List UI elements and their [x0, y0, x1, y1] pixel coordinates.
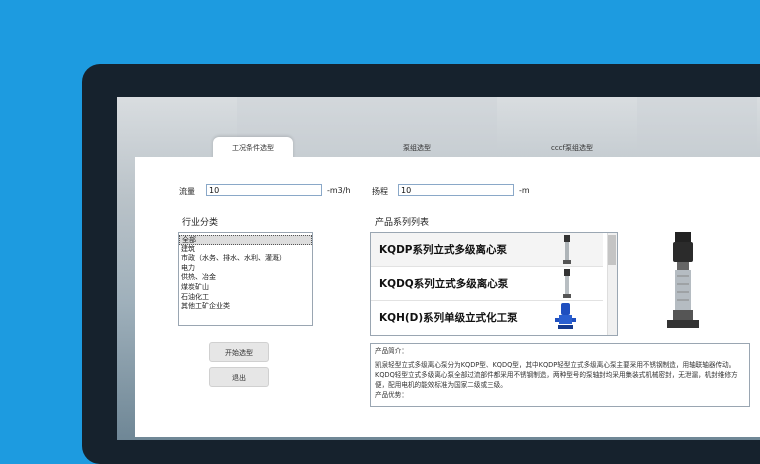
head-unit: -m	[519, 186, 530, 195]
product-item-label: KQDQ系列立式多级离心泵	[379, 278, 509, 290]
industry-item[interactable]: 全部	[179, 235, 312, 245]
start-selection-button[interactable]: 开始选型	[209, 342, 269, 362]
flow-label: 流量	[179, 187, 195, 196]
pump-thumbnail-icon	[563, 235, 571, 264]
tab-condition-selection[interactable]: 工况条件选型	[213, 137, 293, 159]
pump-thumbnail-icon	[563, 269, 571, 298]
industry-item[interactable]: 建筑	[179, 245, 312, 255]
exit-button[interactable]: 退出	[209, 367, 269, 387]
description-heading: 产品简介：	[375, 347, 408, 355]
industry-item[interactable]: 市政（水务、排水、水利、灌溉）	[179, 254, 312, 264]
product-list[interactable]: KQDP系列立式多级离心泵 KQDQ系列立式多级离心泵 KQH(D)系列单级立式…	[370, 232, 618, 336]
pump-image	[667, 232, 699, 328]
head-label: 扬程	[372, 187, 388, 196]
industry-item[interactable]: 电力	[179, 264, 312, 274]
industry-list[interactable]: 全部 建筑 市政（水务、排水、水利、灌溉） 电力 供热、冶金 煤炭矿山 石油化工…	[178, 232, 313, 326]
product-item-label: KQH(D)系列单级立式化工泵	[379, 312, 518, 324]
description-text: 凯泉轻型立式多级离心泵分为KQDP型、KQDQ型，其中KQDP轻型立式多级离心泵…	[375, 361, 738, 389]
flow-unit: -m3/h	[327, 186, 351, 195]
pump-thumbnail-icon	[555, 303, 576, 329]
description-advantage-heading: 产品优势：	[375, 391, 408, 399]
product-item[interactable]: KQDP系列立式多级离心泵	[371, 233, 603, 267]
scrollbar-thumb[interactable]	[608, 235, 616, 265]
tab-bar: 工况条件选型 泵组选型 cccf泵组选型	[117, 137, 760, 159]
industry-title: 行业分类	[182, 218, 219, 228]
tab-pump-group-selection[interactable]: 泵组选型	[377, 137, 457, 159]
product-list-scrollbar[interactable]	[607, 233, 617, 335]
head-input[interactable]: 10	[398, 184, 514, 196]
industry-item[interactable]: 煤炭矿山	[179, 283, 312, 293]
industry-item[interactable]: 供热、冶金	[179, 273, 312, 283]
industry-item[interactable]: 其他工矿企业类	[179, 302, 312, 312]
product-description: 产品简介： 凯泉轻型立式多级离心泵分为KQDP型、KQDQ型，其中KQDP轻型立…	[370, 343, 750, 407]
product-item[interactable]: KQH(D)系列单级立式化工泵	[371, 301, 603, 335]
app-window: 工况条件选型 泵组选型 cccf泵组选型 流量 10 -m3/h 扬程 10 -…	[117, 97, 760, 440]
tab-cccf-pump-group-selection[interactable]: cccf泵组选型	[527, 137, 617, 159]
product-list-title: 产品系列列表	[375, 218, 430, 228]
product-item[interactable]: KQDQ系列立式多级离心泵	[371, 267, 603, 301]
flow-input[interactable]: 10	[206, 184, 322, 196]
main-panel: 流量 10 -m3/h 扬程 10 -m 行业分类 全部 建筑 市政（水务、排水…	[135, 157, 760, 437]
industry-item[interactable]: 石油化工	[179, 293, 312, 303]
product-item-label: KQDP系列立式多级离心泵	[379, 244, 507, 256]
